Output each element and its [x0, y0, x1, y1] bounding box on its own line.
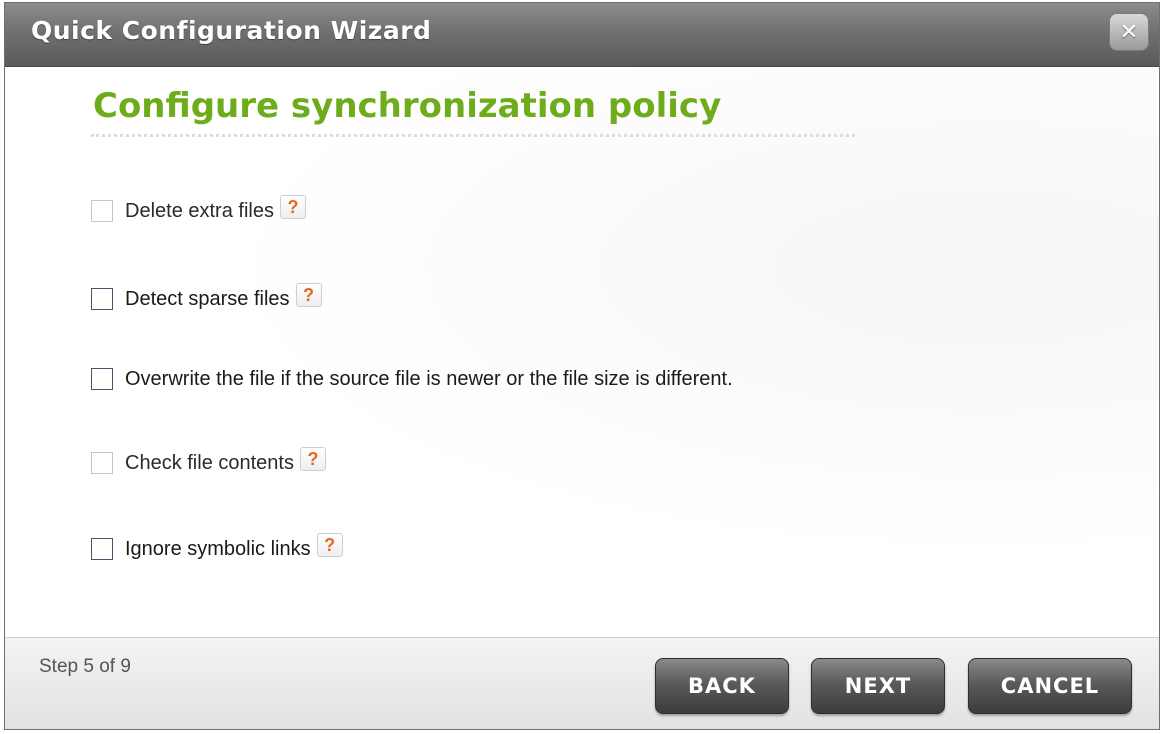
- help-icon[interactable]: ?: [299, 447, 326, 471]
- dialog-title: Quick Configuration Wizard: [31, 16, 432, 45]
- option-ignore-symbolic-links: Ignore symbolic links ?: [91, 533, 343, 564]
- cancel-button[interactable]: CANCEL: [968, 658, 1132, 714]
- back-button[interactable]: BACK: [655, 658, 789, 714]
- help-icon[interactable]: ?: [279, 195, 306, 219]
- wizard-dialog: Quick Configuration Wizard ✕ Configure s…: [4, 2, 1160, 730]
- ignore-symbolic-links-checkbox[interactable]: [91, 538, 113, 560]
- option-label: Detect sparse files: [125, 287, 290, 310]
- delete-extra-files-checkbox[interactable]: [91, 200, 113, 222]
- option-detect-sparse-files: Detect sparse files ?: [91, 283, 322, 314]
- option-overwrite-if-newer: Overwrite the file if the source file is…: [91, 364, 733, 394]
- option-delete-extra-files: Delete extra files ?: [91, 195, 306, 226]
- option-label: Overwrite the file if the source file is…: [125, 367, 733, 390]
- check-file-contents-checkbox[interactable]: [91, 452, 113, 474]
- step-indicator: Step 5 of 9: [39, 656, 131, 677]
- dotted-divider: [91, 134, 855, 137]
- title-bar: Quick Configuration Wizard ✕: [5, 3, 1159, 67]
- close-button[interactable]: ✕: [1109, 13, 1149, 51]
- next-button[interactable]: NEXT: [811, 658, 945, 714]
- help-icon[interactable]: ?: [316, 533, 343, 557]
- close-icon: ✕: [1119, 19, 1139, 45]
- help-icon[interactable]: ?: [295, 283, 322, 307]
- page-heading: Configure synchronization policy: [93, 86, 722, 126]
- content-area: Configure synchronization policy Delete …: [5, 68, 1159, 638]
- option-label: Check file contents: [125, 451, 294, 474]
- option-label: Delete extra files: [125, 199, 274, 222]
- option-check-file-contents: Check file contents ?: [91, 447, 326, 478]
- overwrite-if-newer-checkbox[interactable]: [91, 368, 113, 390]
- option-label: Ignore symbolic links: [125, 537, 311, 560]
- footer-bar: Step 5 of 9 BACK NEXT CANCEL: [5, 637, 1159, 729]
- detect-sparse-files-checkbox[interactable]: [91, 288, 113, 310]
